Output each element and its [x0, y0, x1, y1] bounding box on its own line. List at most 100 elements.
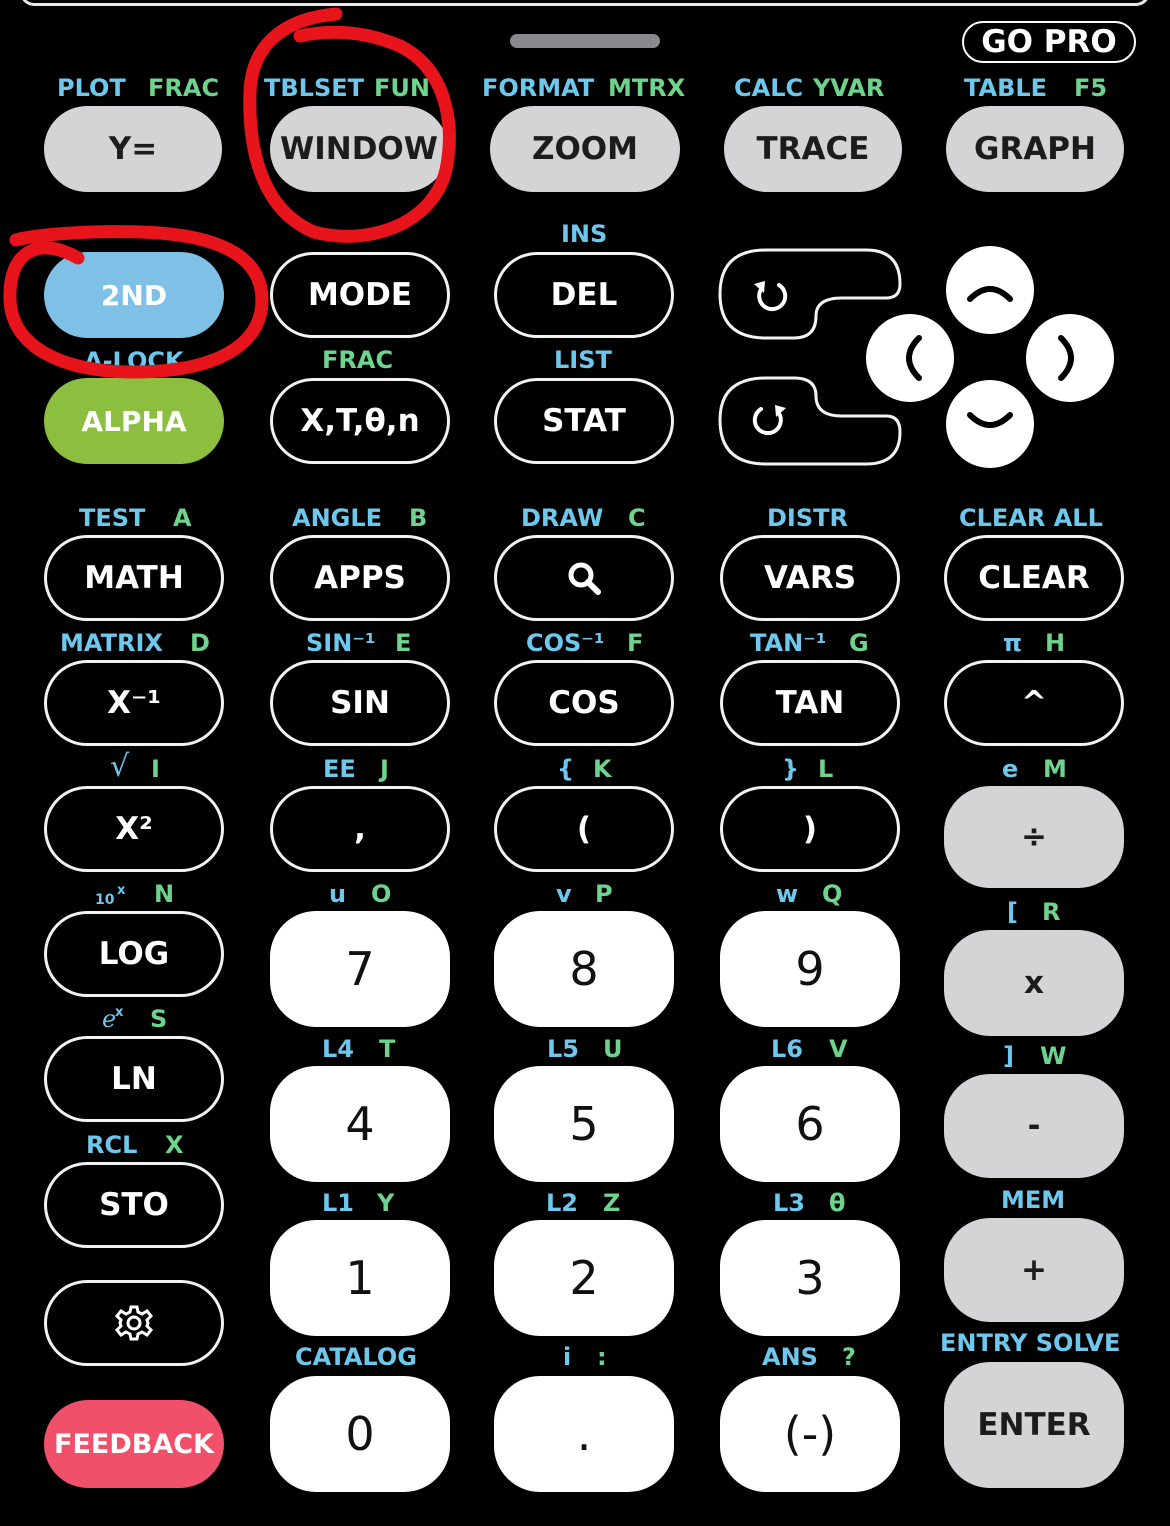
label-d: D: [190, 629, 210, 657]
undo-key[interactable]: [740, 268, 800, 324]
label-frac: FRAC: [148, 74, 220, 102]
mode-key[interactable]: MODE: [270, 252, 450, 338]
label-f5: F5: [1074, 74, 1108, 102]
label-g: G: [849, 629, 869, 657]
digit-8-key[interactable]: 8: [494, 911, 674, 1027]
label-m: M: [1043, 755, 1067, 783]
label-l4: L4: [322, 1035, 354, 1063]
label-mtrx: MTRX: [608, 74, 686, 102]
tan-key[interactable]: TAN: [720, 660, 900, 746]
divide-key[interactable]: ÷: [944, 786, 1124, 888]
label-colon: :: [597, 1343, 607, 1371]
stat-key[interactable]: STAT: [494, 378, 674, 464]
y-equals-key[interactable]: Y=: [44, 106, 222, 192]
label-e-const: e: [1002, 755, 1019, 783]
minus-key[interactable]: -: [944, 1074, 1124, 1178]
label-w-alpha: W: [1040, 1042, 1067, 1070]
arrow-right-icon: [1058, 335, 1074, 381]
digit-0-key[interactable]: 0: [270, 1376, 450, 1492]
zoom-key[interactable]: ZOOM: [490, 106, 680, 192]
label-l3: L3: [773, 1189, 805, 1217]
arrow-right-key[interactable]: [1026, 314, 1114, 402]
label-format: FORMAT: [482, 74, 595, 102]
label-yvar: YVAR: [813, 74, 885, 102]
label-sin-inv: SIN⁻¹: [306, 629, 376, 657]
digit-2-key[interactable]: 2: [494, 1220, 674, 1336]
search-key[interactable]: [494, 535, 674, 621]
enter-key[interactable]: ENTER: [944, 1362, 1124, 1488]
del-key[interactable]: DEL: [494, 252, 674, 338]
digit-3-key[interactable]: 3: [720, 1220, 900, 1336]
label-open-bracket: [: [1007, 898, 1018, 926]
label-o: O: [371, 880, 392, 908]
digit-9-key[interactable]: 9: [720, 911, 900, 1027]
clear-key[interactable]: CLEAR: [944, 535, 1124, 621]
drag-handle[interactable]: [510, 34, 660, 48]
label-i-complex: i: [563, 1343, 572, 1371]
digit-5-key[interactable]: 5: [494, 1066, 674, 1182]
go-pro-button[interactable]: GO PRO: [962, 21, 1136, 63]
vars-key[interactable]: VARS: [720, 535, 900, 621]
sto-key[interactable]: STO: [44, 1162, 224, 1248]
label-tblset: TBLSET: [264, 74, 365, 102]
close-paren-key[interactable]: ): [720, 786, 900, 872]
negative-key[interactable]: (-): [720, 1376, 900, 1492]
label-b: B: [409, 504, 428, 532]
trace-key[interactable]: TRACE: [724, 106, 902, 192]
label-table: TABLE: [964, 74, 1048, 102]
arrow-left-key[interactable]: [866, 314, 954, 402]
label-u: u: [329, 880, 347, 908]
open-paren-key[interactable]: (: [494, 786, 674, 872]
digit-7-key[interactable]: 7: [270, 911, 450, 1027]
redo-key[interactable]: [740, 392, 800, 448]
label-w: w: [776, 880, 799, 908]
label-draw: DRAW: [521, 504, 604, 532]
screen-bottom-edge: [20, 0, 1150, 6]
digit-6-key[interactable]: 6: [720, 1066, 900, 1182]
decimal-point-key[interactable]: .: [494, 1376, 674, 1492]
label-ee: EE: [323, 755, 356, 783]
label-l1: L1: [322, 1189, 354, 1217]
label-matrix: MATRIX: [60, 629, 163, 657]
label-ins: INS: [561, 220, 608, 248]
feedback-button[interactable]: FEEDBACK: [44, 1400, 224, 1488]
x-inverse-key[interactable]: X⁻¹: [44, 660, 224, 746]
arrow-down-key[interactable]: [946, 380, 1034, 468]
plus-key[interactable]: +: [944, 1218, 1124, 1322]
label-mem: MEM: [1001, 1186, 1066, 1214]
label-cos-inv: COS⁻¹: [526, 629, 605, 657]
label-e: E: [395, 629, 412, 657]
label-a-lock: A-LOCK: [84, 347, 184, 375]
label-test: TEST: [79, 504, 146, 532]
label-list: LIST: [554, 346, 612, 374]
label-plot: PLOT: [57, 74, 126, 102]
label-j: J: [380, 755, 389, 783]
x-squared-key[interactable]: X²: [44, 786, 224, 872]
label-distr: DISTR: [767, 504, 848, 532]
xt-theta-n-key[interactable]: X,T,θ,n: [270, 378, 450, 464]
power-key[interactable]: ^: [944, 660, 1124, 746]
settings-key[interactable]: [44, 1280, 224, 1366]
math-key[interactable]: MATH: [44, 535, 224, 621]
apps-key[interactable]: APPS: [270, 535, 450, 621]
label-s: S: [150, 1005, 168, 1033]
label-theta: θ: [829, 1189, 846, 1217]
cos-key[interactable]: COS: [494, 660, 674, 746]
window-key[interactable]: WINDOW: [270, 106, 448, 192]
comma-key[interactable]: ,: [270, 786, 450, 872]
label-ten-sup: x: [117, 883, 126, 898]
label-question: ?: [842, 1343, 856, 1371]
digit-1-key[interactable]: 1: [270, 1220, 450, 1336]
label-h: H: [1045, 629, 1066, 657]
label-calc: CALC: [734, 74, 804, 102]
alpha-key[interactable]: ALPHA: [44, 378, 224, 464]
label-catalog: CATALOG: [295, 1343, 417, 1371]
digit-4-key[interactable]: 4: [270, 1066, 450, 1182]
sin-key[interactable]: SIN: [270, 660, 450, 746]
graph-key[interactable]: GRAPH: [946, 106, 1124, 192]
second-key[interactable]: 2ND: [44, 252, 224, 338]
arrow-up-key[interactable]: [946, 246, 1034, 334]
ln-key[interactable]: LN: [44, 1036, 224, 1122]
log-key[interactable]: LOG: [44, 911, 224, 997]
multiply-key[interactable]: x: [944, 930, 1124, 1036]
